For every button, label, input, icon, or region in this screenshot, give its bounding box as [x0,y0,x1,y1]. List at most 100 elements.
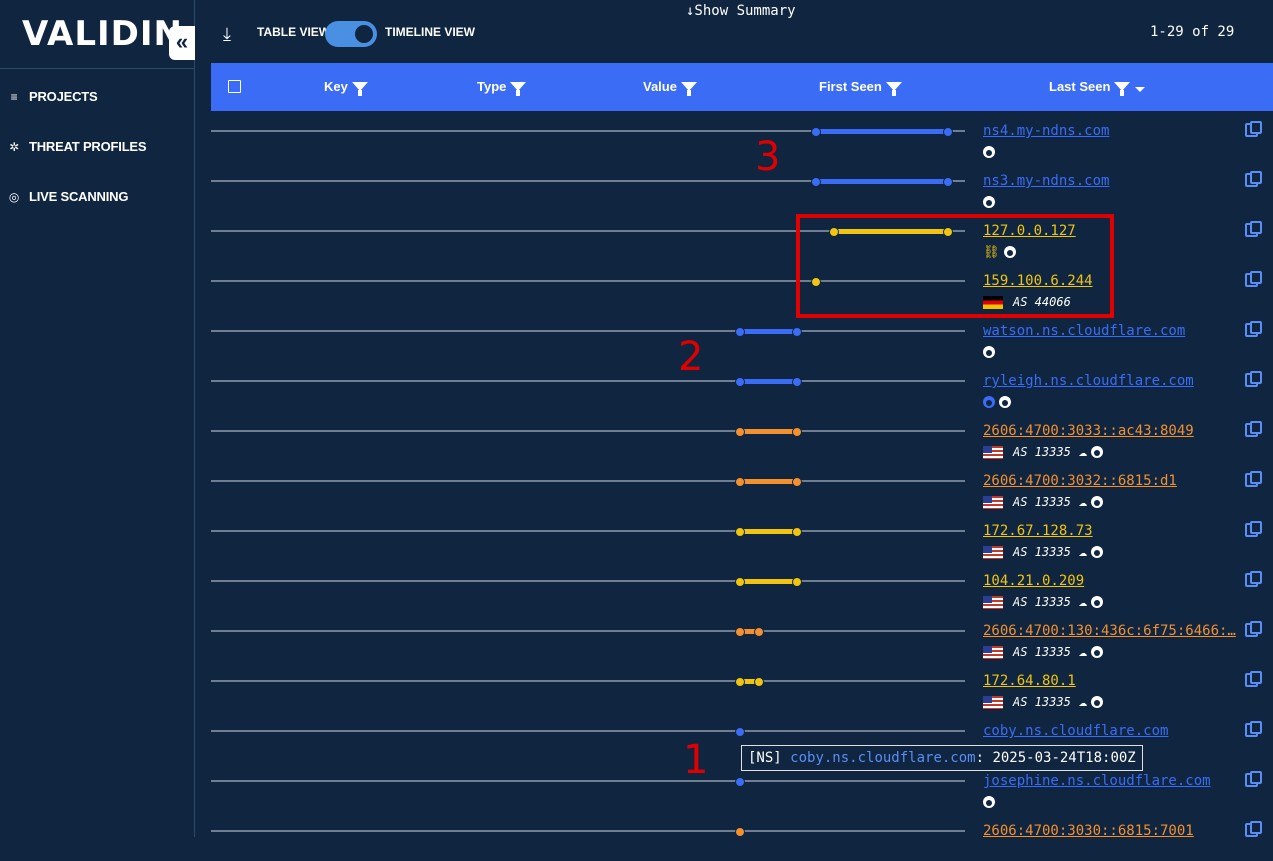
column-key[interactable]: Key [324,79,368,96]
timeline-bar[interactable] [815,129,947,134]
copy-icon[interactable] [1245,821,1262,837]
record-meta [983,195,995,209]
sidebar-item-projects[interactable]: ≡ PROJECTS [7,89,98,104]
copy-icon[interactable] [1245,571,1262,587]
copy-icon[interactable] [1245,471,1262,487]
fire-icon [983,196,995,208]
record-value-link[interactable]: ns4.my-ndns.com [983,123,1109,139]
first-seen-dot[interactable] [735,427,745,437]
timeline-bar[interactable] [739,479,796,484]
record-value-link[interactable]: coby.ns.cloudflare.com [983,723,1168,739]
last-seen-dot[interactable] [792,577,802,587]
copy-icon[interactable] [1245,521,1262,537]
record-meta [983,795,995,809]
filter-icon[interactable] [680,82,697,96]
record-value-link[interactable]: josephine.ns.cloudflare.com [983,773,1211,789]
toggle-knob [355,25,373,43]
copy-icon[interactable] [1245,221,1262,237]
collapse-sidebar-button[interactable]: « [169,26,195,60]
sidebar-item-live-scanning[interactable]: ◎ LIVE SCANNING [7,189,129,204]
timeline-bar[interactable] [739,329,796,334]
last-seen-dot[interactable] [754,677,764,687]
column-first-seen[interactable]: First Seen [819,79,902,96]
copy-icon[interactable] [1245,721,1262,737]
first-seen-dot[interactable] [811,127,821,137]
first-seen-dot[interactable] [735,627,745,637]
copy-icon[interactable] [1245,771,1262,787]
filter-icon[interactable] [885,82,902,96]
last-seen-dot[interactable] [792,327,802,337]
validin-logo[interactable]: VALIDIN [22,14,183,54]
last-seen-dot[interactable] [943,127,953,137]
copy-icon[interactable] [1245,621,1262,637]
record-value-link[interactable]: 172.64.80.1 [983,673,1076,689]
download-icon[interactable]: ⤓ [223,24,231,45]
column-last-seen[interactable]: Last Seen [1049,79,1146,96]
fire-icon [1091,596,1104,608]
copy-icon[interactable] [1245,271,1262,287]
table-row: 172.64.80.1 AS 13335 ☁ [211,661,1273,711]
first-seen-dot[interactable] [735,377,745,387]
last-seen-dot[interactable] [792,527,802,537]
copy-icon[interactable] [1245,321,1262,337]
last-seen-dot[interactable] [943,177,953,187]
record-value-link[interactable]: 2606:4700:3032::6815:d1 [983,473,1177,489]
filter-icon[interactable] [351,82,368,96]
copy-icon[interactable] [1245,171,1262,187]
timeline-bar[interactable] [815,179,947,184]
record-value-link[interactable]: 172.67.128.73 [983,523,1093,539]
first-seen-dot[interactable] [735,577,745,587]
record-meta: AS 13335 ☁ [983,444,1104,460]
view-toggle[interactable] [325,21,377,47]
last-seen-dot[interactable] [792,477,802,487]
show-summary-button[interactable]: ↓Show Summary [686,3,796,19]
first-seen-dot[interactable] [735,327,745,337]
select-all-checkbox[interactable] [228,80,241,93]
timeline-track [211,480,965,482]
record-meta [983,395,1011,409]
timeline-track [211,580,965,582]
first-seen-dot[interactable] [811,177,821,187]
table-row: 2606:4700:130:436c:6f75:6466:… AS 13335 ☁ [211,611,1273,661]
filter-icon[interactable] [1114,82,1131,96]
first-seen-dot[interactable] [735,727,745,737]
first-seen-dot[interactable] [735,677,745,687]
record-value-link[interactable]: ns3.my-ndns.com [983,173,1109,189]
table-row: 172.67.128.73 AS 13335 ☁ [211,511,1273,561]
copy-icon[interactable] [1245,371,1262,387]
record-value-link[interactable]: ryleigh.ns.cloudflare.com [983,373,1194,389]
tooltip-value: coby.ns.cloudflare.com [790,750,976,766]
timeline-bar[interactable] [739,379,796,384]
table-view-label[interactable]: TABLE VIEW [257,25,330,39]
record-value-link[interactable]: watson.ns.cloudflare.com [983,323,1185,339]
sidebar-item-threat-profiles[interactable]: ✲ THREAT PROFILES [7,139,147,154]
copy-icon[interactable] [1245,421,1262,437]
timeline-bar[interactable] [739,529,796,534]
timeline-bar[interactable] [739,579,796,584]
column-value[interactable]: Value [643,79,697,96]
fire-icon [999,396,1011,408]
asn-label: AS 13335 [1013,495,1071,509]
record-value-link[interactable]: 104.21.0.209 [983,573,1084,589]
record-value-link[interactable]: 2606:4700:130:436c:6f75:6466:… [983,623,1236,639]
first-seen-dot[interactable] [735,527,745,537]
list-icon: ≡ [10,89,18,104]
last-seen-dot[interactable] [754,627,764,637]
first-seen-dot[interactable] [735,777,745,787]
copy-icon[interactable] [1245,671,1262,687]
timeline-bar[interactable] [739,429,796,434]
column-label: Type [477,79,507,94]
cloud-icon: ☁ [1078,444,1088,460]
filter-icon[interactable] [510,82,527,96]
timeline-view-label[interactable]: TIMELINE VIEW [385,25,475,39]
last-seen-dot[interactable] [792,377,802,387]
last-seen-dot[interactable] [792,427,802,437]
table-header: Key Type Value First Seen Last Seen [211,63,1273,111]
first-seen-dot[interactable] [735,827,745,837]
first-seen-dot[interactable] [735,477,745,487]
column-type[interactable]: Type [477,79,527,96]
sort-descending-icon[interactable] [1135,87,1146,92]
record-value-link[interactable]: 2606:4700:3033::ac43:8049 [983,423,1194,439]
flag-us-icon [983,545,1003,559]
copy-icon[interactable] [1245,121,1262,137]
